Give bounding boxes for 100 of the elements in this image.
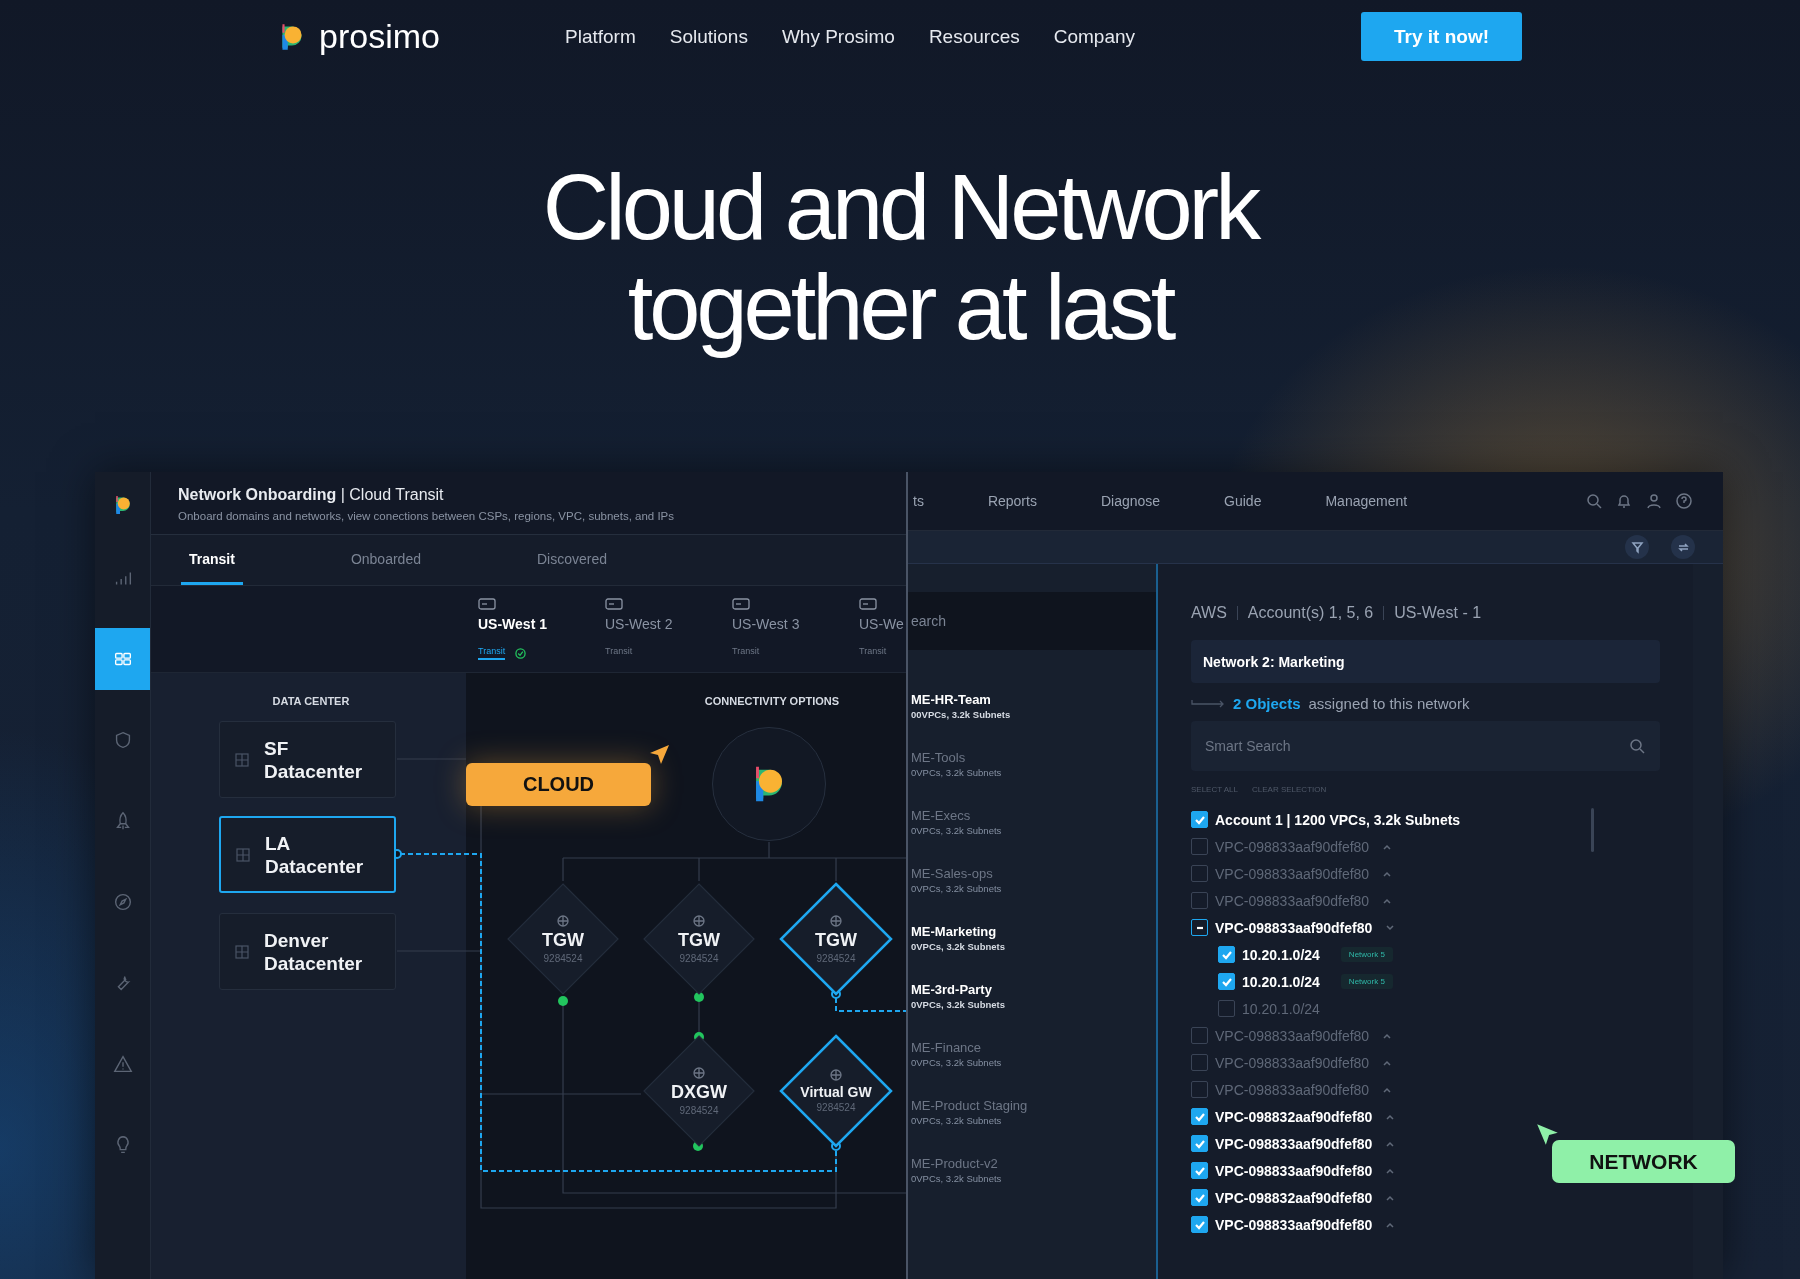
nav-link[interactable]: Platform bbox=[565, 25, 636, 48]
vpc-label: VPC-098832aaf90dfef80 bbox=[1215, 1189, 1373, 1206]
search-field[interactable]: Smart Search bbox=[1191, 721, 1660, 771]
brand-name: prosimo bbox=[319, 17, 440, 56]
checkbox[interactable] bbox=[1191, 865, 1208, 882]
checkbox[interactable] bbox=[1218, 946, 1235, 963]
nav-link[interactable]: Diagnose bbox=[1100, 493, 1161, 509]
page-title: Network Onboarding | Cloud Transit bbox=[178, 486, 445, 504]
chevron-icon[interactable] bbox=[1385, 922, 1396, 933]
region-status-link[interactable]: Transit bbox=[732, 646, 760, 658]
region-name: US-West 2 bbox=[605, 616, 674, 632]
datacenter-card[interactable]: SF Datacenter bbox=[219, 721, 396, 798]
checkbox[interactable] bbox=[1191, 811, 1208, 828]
sync-icon[interactable] bbox=[1671, 535, 1695, 559]
gateway-label: TGW bbox=[678, 929, 720, 951]
tab[interactable]: Onboarded bbox=[342, 535, 429, 585]
checkbox[interactable] bbox=[1191, 838, 1208, 855]
network-name[interactable]: ME-3rd-Party bbox=[911, 982, 1156, 997]
nav-link[interactable]: Solutions bbox=[669, 25, 748, 48]
region-name: US-West 3 bbox=[732, 616, 801, 632]
objects-text: assigned to this network bbox=[1308, 695, 1470, 712]
user-icon[interactable] bbox=[1645, 492, 1663, 510]
checkbox[interactable] bbox=[1191, 1162, 1208, 1179]
section-heading: CONNECTIVITY OPTIONS bbox=[703, 695, 841, 707]
breadcrumb-item: US-West - 1 bbox=[1394, 604, 1482, 622]
checkbox[interactable] bbox=[1191, 919, 1208, 936]
tab[interactable]: Discovered bbox=[528, 535, 615, 585]
network-name[interactable]: ME-Product-v2 bbox=[911, 1156, 1156, 1171]
scrollbar[interactable] bbox=[1591, 808, 1594, 852]
diamond-shape[interactable] bbox=[641, 881, 757, 997]
building-icon bbox=[234, 943, 250, 960]
gateway-label: TGW bbox=[815, 929, 857, 951]
server-icon bbox=[859, 598, 877, 610]
network-name-field[interactable]: Network 2: Marketing bbox=[1191, 640, 1660, 683]
region-status-link[interactable]: Transit bbox=[478, 646, 506, 660]
vpc-label: VPC-098832aaf90dfef80 bbox=[1215, 1108, 1373, 1125]
checkbox[interactable] bbox=[1191, 892, 1208, 909]
checkbox[interactable] bbox=[1191, 1027, 1208, 1044]
vpc-label: VPC-098833aaf90dfef80 bbox=[1215, 892, 1370, 909]
gateway-id: 9284524 bbox=[816, 1102, 856, 1113]
status-dot bbox=[694, 992, 704, 1002]
nav-link[interactable]: Management bbox=[1325, 493, 1408, 509]
network-name[interactable]: ME-Finance bbox=[911, 1040, 1156, 1055]
network-summary: 0VPCs, 3.2k Subnets bbox=[911, 1115, 1003, 1126]
checkbox[interactable] bbox=[1191, 1216, 1208, 1233]
objects-link[interactable]: 2 Objects bbox=[1233, 695, 1301, 712]
globe-icon bbox=[693, 914, 705, 927]
search-icon[interactable] bbox=[1628, 737, 1646, 755]
server-icon bbox=[478, 598, 496, 610]
diamond-shape[interactable] bbox=[778, 1033, 894, 1149]
network-tag: Network 5 bbox=[1340, 974, 1393, 989]
bell-icon[interactable] bbox=[1615, 492, 1633, 510]
region-status-link[interactable]: Transit bbox=[859, 646, 887, 658]
search-field[interactable]: earch bbox=[908, 592, 1156, 650]
checkbox[interactable] bbox=[1191, 1135, 1208, 1152]
region-status-link[interactable]: Transit bbox=[605, 646, 633, 658]
tab[interactable]: Transit bbox=[181, 535, 243, 585]
headline: Cloud and Network bbox=[542, 157, 1258, 257]
globe-icon bbox=[557, 914, 569, 927]
network-name[interactable]: ME-HR-Team bbox=[911, 692, 1156, 707]
nav-link[interactable]: Why Prosimo bbox=[781, 25, 895, 48]
network-name[interactable]: ME-Sales-ops bbox=[911, 866, 1156, 881]
filter-icon[interactable] bbox=[1625, 535, 1649, 559]
checkbox[interactable] bbox=[1191, 1108, 1208, 1125]
breadcrumb-item: Account(s) 1, 5, 6 bbox=[1247, 604, 1374, 622]
nav-link[interactable]: Company bbox=[1053, 25, 1136, 48]
network-name[interactable]: ME-Marketing bbox=[911, 924, 1156, 939]
region-name: US-We bbox=[859, 616, 905, 632]
network-name[interactable]: ME-Tools bbox=[911, 750, 1156, 765]
building-icon bbox=[235, 846, 251, 863]
status-dot bbox=[558, 996, 568, 1006]
datacenter-card[interactable]: Denver Datacenter bbox=[219, 913, 396, 990]
network-name[interactable]: ME-Product Staging bbox=[911, 1098, 1156, 1113]
checkbox[interactable] bbox=[1218, 1000, 1235, 1017]
server-icon bbox=[732, 598, 750, 610]
vpc-label: VPC-098833aaf90dfef80 bbox=[1215, 1081, 1370, 1098]
building-icon bbox=[234, 751, 250, 768]
grid-icon[interactable] bbox=[95, 627, 150, 690]
nav-link[interactable]: Reports bbox=[987, 493, 1037, 509]
search-icon[interactable] bbox=[1585, 492, 1603, 510]
diamond-shape[interactable] bbox=[641, 1033, 757, 1149]
network-tag: Network 5 bbox=[1340, 947, 1393, 962]
checkbox[interactable] bbox=[1191, 1189, 1208, 1206]
page-subtitle: Onboard domains and networks, view conections between CSPs, regions, VPC, subnets, and IPs bbox=[178, 510, 676, 522]
gateway-label: DXGW bbox=[671, 1081, 727, 1103]
nav-link[interactable]: Resources bbox=[928, 25, 1020, 48]
vpc-label: VPC-098833aaf90dfef80 bbox=[1215, 1162, 1373, 1179]
checkbox[interactable] bbox=[1191, 1054, 1208, 1071]
network-name[interactable]: ME-Execs bbox=[911, 808, 1156, 823]
checkbox[interactable] bbox=[1191, 1081, 1208, 1098]
checkbox[interactable] bbox=[1218, 973, 1235, 990]
diamond-shape[interactable] bbox=[778, 881, 894, 997]
network-summary: 0VPCs, 3.2k Subnets bbox=[911, 767, 1003, 778]
nav-link[interactable]: ts bbox=[913, 493, 924, 509]
globe-icon bbox=[693, 1066, 705, 1079]
network-summary: 0VPCs, 3.2k Subnets bbox=[911, 941, 1006, 952]
network-summary: 0VPCs, 3.2k Subnets bbox=[911, 1057, 1003, 1068]
datacenter-card[interactable]: LA Datacenter bbox=[219, 816, 396, 893]
help-icon[interactable] bbox=[1675, 492, 1693, 510]
nav-link[interactable]: Guide bbox=[1224, 493, 1262, 509]
